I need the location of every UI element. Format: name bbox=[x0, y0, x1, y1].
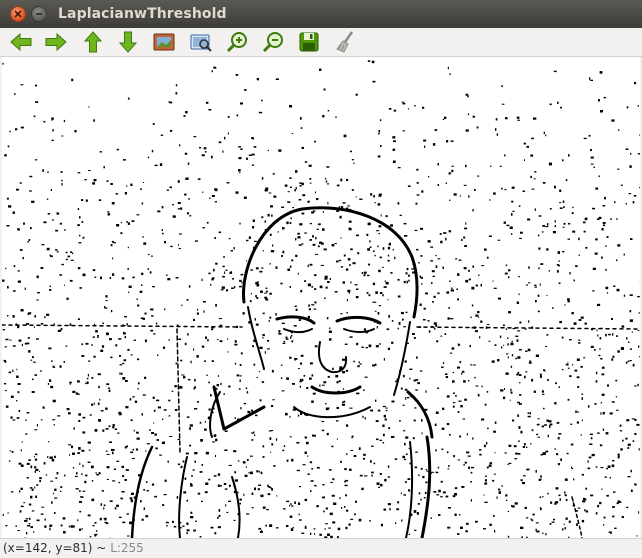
window-title: LaplacianwThreshold bbox=[58, 6, 227, 22]
laplacian-edge-image bbox=[2, 57, 640, 538]
cursor-coordinates: (x=142, y=81) ~ bbox=[3, 541, 106, 555]
save-icon[interactable] bbox=[297, 30, 321, 54]
pan-up-icon[interactable] bbox=[81, 30, 105, 54]
zoom-original-icon[interactable] bbox=[152, 30, 176, 54]
status-bar: (x=142, y=81) ~ L:255 bbox=[0, 538, 642, 558]
zoom-in-icon[interactable] bbox=[225, 30, 249, 54]
pan-right-icon[interactable] bbox=[44, 30, 68, 54]
zoom-out-icon[interactable] bbox=[261, 30, 285, 54]
pan-down-icon[interactable] bbox=[116, 30, 140, 54]
minimize-icon[interactable] bbox=[31, 6, 47, 22]
close-icon[interactable] bbox=[10, 6, 26, 22]
zoom-fit-icon[interactable] bbox=[189, 30, 213, 54]
pan-left-icon[interactable] bbox=[9, 30, 33, 54]
image-canvas[interactable] bbox=[2, 57, 640, 538]
title-bar: LaplacianwThreshold bbox=[0, 0, 642, 29]
properties-icon[interactable] bbox=[333, 30, 357, 54]
pixel-value: L:255 bbox=[110, 541, 144, 555]
toolbar bbox=[0, 28, 642, 57]
